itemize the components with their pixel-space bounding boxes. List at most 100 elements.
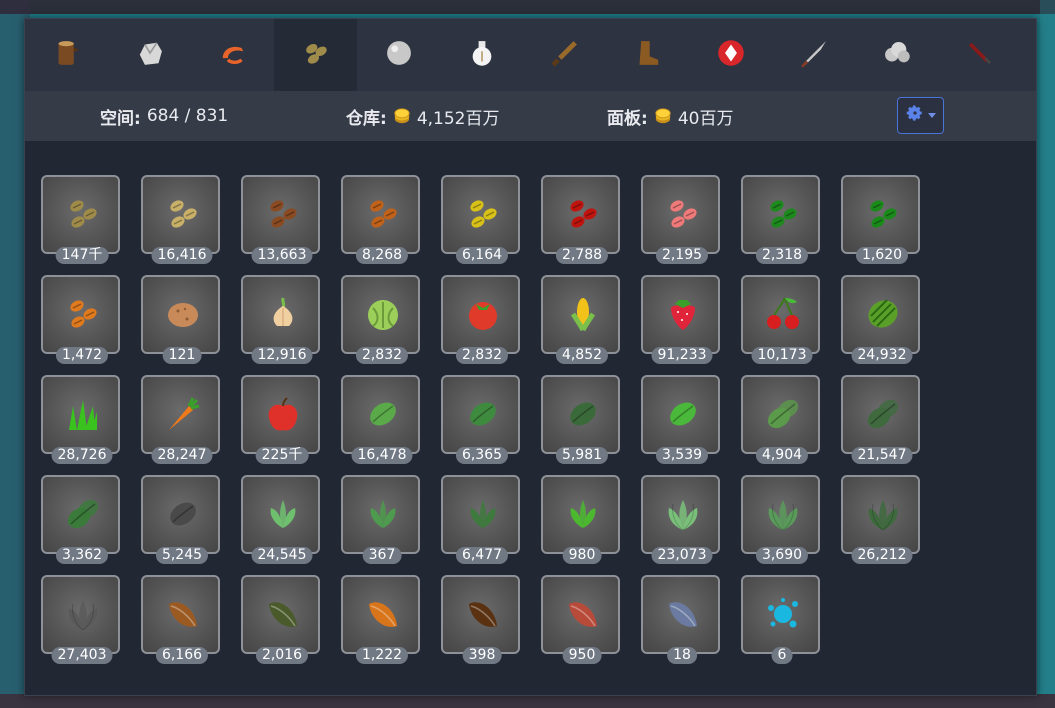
item-cell: 28,726 (41, 375, 141, 475)
item-quantity: 6,477 (455, 547, 509, 564)
gray-orb-icon (382, 36, 416, 74)
item-slot[interactable]: 6,477 (441, 475, 520, 564)
item-slot[interactable]: 6,164 (441, 175, 520, 264)
item-slot[interactable]: 121 (141, 275, 220, 364)
item-slot[interactable]: 23,073 (641, 475, 720, 564)
item-slot[interactable]: 1,620 (841, 175, 920, 264)
item-quantity: 3,362 (55, 547, 109, 564)
item-cell: 2,832 (441, 275, 541, 375)
item-slot[interactable]: 16,416 (141, 175, 220, 264)
item-slot[interactable]: 24,545 (241, 475, 320, 564)
item-slot[interactable]: 2,788 (541, 175, 620, 264)
item-quantity: 2,318 (755, 247, 809, 264)
item-slot[interactable]: 28,726 (41, 375, 120, 464)
item-cell: 1,222 (341, 575, 441, 675)
item-slot[interactable]: 147千 (41, 175, 120, 264)
item-slot[interactable]: 91,233 (641, 275, 720, 364)
settings-dropdown-button[interactable] (897, 97, 944, 134)
tab-gray-orb[interactable] (357, 19, 440, 91)
item-slot[interactable]: 950 (541, 575, 620, 664)
item-cell: 21,547 (841, 375, 941, 475)
item-slot[interactable]: 6,365 (441, 375, 520, 464)
item-slot[interactable]: 27,403 (41, 575, 120, 664)
chevron-down-icon (927, 113, 936, 118)
item-slot[interactable]: 5,245 (141, 475, 220, 564)
item-cell: 6,365 (441, 375, 541, 475)
item-cell: 6,166 (141, 575, 241, 675)
item-cell: 950 (541, 575, 641, 675)
item-slot[interactable]: 2,016 (241, 575, 320, 664)
item-cell: 121 (141, 275, 241, 375)
item-quantity: 3,539 (655, 447, 709, 464)
item-slot[interactable]: 21,547 (841, 375, 920, 464)
item-slot[interactable]: 1,472 (41, 275, 120, 364)
item-slot[interactable]: 4,904 (741, 375, 820, 464)
bank-value: 4,152百万 (416, 108, 500, 129)
bank-window: 空间: 684 / 831 仓库: 4,152百万 面板: 40百万 147千 1… (24, 18, 1037, 696)
item-slot[interactable]: 225千 (241, 375, 320, 464)
item-slot[interactable]: 2,195 (641, 175, 720, 264)
item-slot[interactable]: 2,832 (441, 275, 520, 364)
item-cell: 2,195 (641, 175, 741, 275)
tab-spear[interactable] (772, 19, 855, 91)
item-slot[interactable]: 2,832 (341, 275, 420, 364)
tab-cloud[interactable] (855, 19, 938, 91)
item-slot[interactable]: 28,247 (141, 375, 220, 464)
item-quantity: 2,832 (355, 347, 409, 364)
item-cell: 6,477 (441, 475, 541, 575)
item-cell: 3,690 (741, 475, 841, 575)
background-top-bar (0, 0, 1055, 14)
item-slot[interactable]: 980 (541, 475, 620, 564)
item-slot[interactable]: 24,932 (841, 275, 920, 364)
item-slot[interactable]: 18 (641, 575, 720, 664)
tab-potion[interactable] (440, 19, 523, 91)
item-cell: 23,073 (641, 475, 741, 575)
item-quantity: 18 (667, 647, 697, 664)
item-quantity: 6,166 (155, 647, 209, 664)
item-quantity: 28,726 (51, 447, 113, 464)
item-slot[interactable]: 13,663 (241, 175, 320, 264)
item-cell: 2,832 (341, 275, 441, 375)
item-quantity: 4,852 (555, 347, 609, 364)
item-quantity: 16,416 (151, 247, 213, 264)
item-slot[interactable]: 4,852 (541, 275, 620, 364)
item-slot[interactable]: 26,212 (841, 475, 920, 564)
item-slot[interactable]: 2,318 (741, 175, 820, 264)
item-slot[interactable]: 3,539 (641, 375, 720, 464)
item-quantity: 367 (362, 547, 402, 564)
tab-ore[interactable] (108, 19, 191, 91)
item-slot[interactable]: 3,690 (741, 475, 820, 564)
item-slot[interactable]: 12,916 (241, 275, 320, 364)
tab-red-diamond[interactable] (689, 19, 772, 91)
item-slot[interactable]: 398 (441, 575, 520, 664)
bank-label: 仓库: (346, 108, 387, 129)
item-cell: 398 (441, 575, 541, 675)
tab-sword[interactable] (523, 19, 606, 91)
item-slot[interactable]: 3,362 (41, 475, 120, 564)
tab-boot[interactable] (606, 19, 689, 91)
item-slot[interactable]: 10,173 (741, 275, 820, 364)
item-quantity: 1,472 (55, 347, 109, 364)
item-slot[interactable]: 16,478 (341, 375, 420, 464)
tab-shrimp[interactable] (191, 19, 274, 91)
item-cell: 147千 (41, 175, 141, 275)
tab-dagger[interactable] (938, 19, 1021, 91)
item-cell: 24,932 (841, 275, 941, 375)
item-slot[interactable]: 6 (741, 575, 820, 664)
category-tabs (25, 19, 1036, 91)
item-quantity: 8,268 (355, 247, 409, 264)
item-cell: 6,164 (441, 175, 541, 275)
item-slot[interactable]: 367 (341, 475, 420, 564)
item-slot[interactable]: 6,166 (141, 575, 220, 664)
item-slot[interactable]: 8,268 (341, 175, 420, 264)
sword-icon (548, 36, 582, 74)
item-quantity: 26,212 (851, 547, 913, 564)
tab-seeds[interactable] (274, 19, 357, 91)
item-cell: 367 (341, 475, 441, 575)
tab-log[interactable] (25, 19, 108, 91)
space-label: 空间: (100, 108, 141, 129)
item-cell: 3,362 (41, 475, 141, 575)
shrimp-icon (216, 36, 250, 74)
item-slot[interactable]: 5,981 (541, 375, 620, 464)
item-slot[interactable]: 1,222 (341, 575, 420, 664)
